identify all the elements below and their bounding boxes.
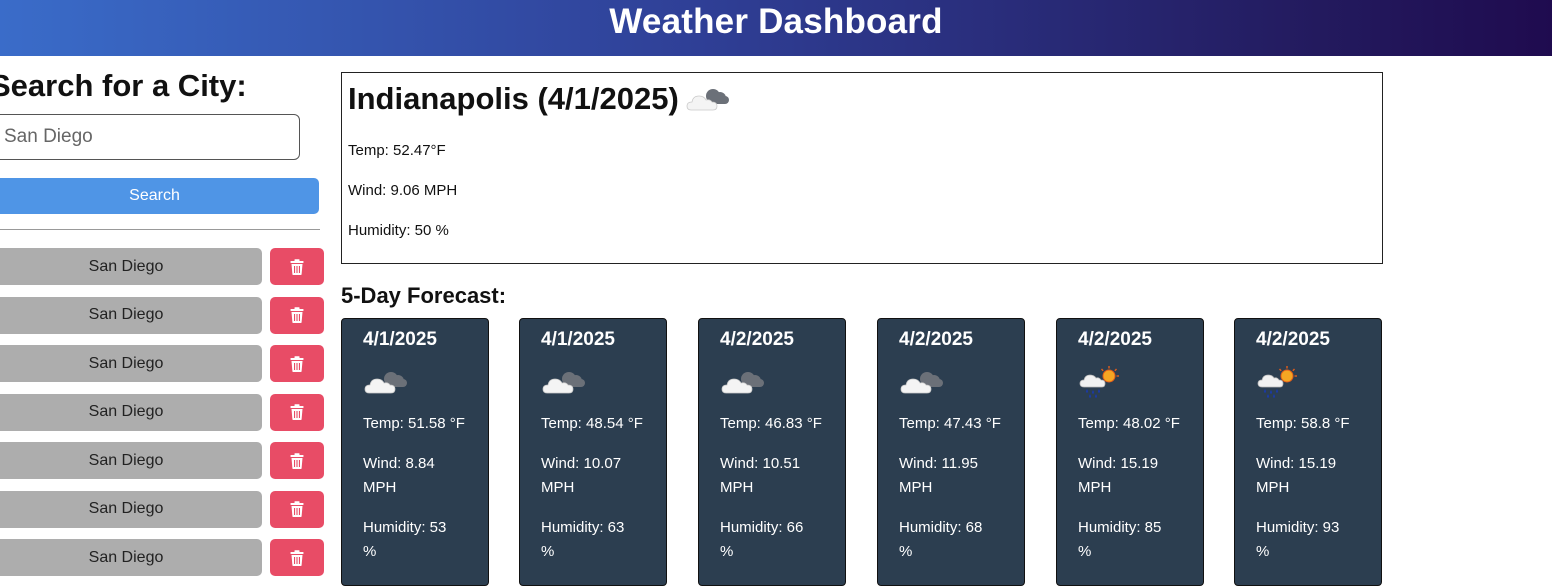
search-button[interactable]: Search: [0, 178, 319, 214]
forecast-card: 4/2/2025 Temp: 46.83 °F Wind: 10.51 MPH …: [698, 318, 846, 586]
history-row: San Diego: [0, 248, 324, 285]
forecast-temp: Temp: 46.83 °F: [720, 415, 822, 432]
trash-icon: [290, 356, 304, 372]
cloudy-icon: [363, 365, 411, 399]
history-city-button[interactable]: San Diego: [0, 442, 262, 479]
forecast-wind: Wind: 11.95: [899, 455, 978, 472]
trash-icon: [290, 453, 304, 469]
cloudy-icon: [720, 365, 768, 399]
current-temp: Temp: 52.47°F: [348, 142, 446, 159]
forecast-humidity-unit: %: [1078, 543, 1092, 560]
forecast-temp: Temp: 58.8 °F: [1256, 415, 1350, 432]
history-city-button[interactable]: San Diego: [0, 296, 262, 334]
forecast-card: 4/2/2025 Temp: 48.02 °F Wind: 15.19 MPH …: [1056, 318, 1204, 586]
forecast-humidity: Humidity: 85: [1078, 519, 1162, 536]
current-city-title: Indianapolis (4/1/2025): [348, 81, 733, 117]
forecast-wind: Wind: 8.84: [363, 455, 435, 472]
delete-history-button[interactable]: [270, 490, 324, 528]
forecast-wind-unit: MPH: [541, 479, 575, 496]
delete-history-button[interactable]: [270, 345, 324, 382]
forecast-temp: Temp: 48.02 °F: [1078, 415, 1180, 432]
search-panel: Search for a City: Search San Diego San …: [0, 56, 324, 588]
forecast-wind-unit: MPH: [1256, 479, 1290, 496]
forecast-wind-unit: MPH: [720, 479, 754, 496]
forecast-humidity: Humidity: 53: [363, 519, 447, 536]
delete-history-button[interactable]: [270, 393, 324, 431]
forecast-date: 4/1/2025: [363, 329, 437, 350]
history-row: San Diego: [0, 345, 324, 382]
history-city-button[interactable]: San Diego: [0, 539, 262, 576]
rain-sun-icon: [1078, 365, 1126, 399]
history-row: San Diego: [0, 490, 324, 528]
forecast-date: 4/2/2025: [720, 329, 794, 350]
forecast-date: 4/1/2025: [541, 329, 615, 350]
forecast-wind-unit: MPH: [1078, 479, 1112, 496]
forecast-card: 4/2/2025 Temp: 47.43 °F Wind: 11.95 MPH …: [877, 318, 1025, 586]
forecast-temp: Temp: 48.54 °F: [541, 415, 643, 432]
forecast-humidity-unit: %: [363, 543, 377, 560]
divider: [0, 229, 320, 230]
trash-icon: [290, 501, 304, 517]
forecast-humidity: Humidity: 63: [541, 519, 625, 536]
history-city-button[interactable]: San Diego: [0, 490, 262, 528]
app-header: Weather Dashboard: [0, 0, 1552, 56]
forecast-humidity-unit: %: [899, 543, 913, 560]
history-row: San Diego: [0, 539, 324, 576]
trash-icon: [290, 404, 304, 420]
cloudy-icon: [685, 82, 733, 116]
forecast-date: 4/2/2025: [1256, 329, 1330, 350]
cloudy-icon: [899, 365, 947, 399]
search-title: Search for a City:: [0, 68, 247, 103]
current-humidity: Humidity: 50 %: [348, 222, 449, 239]
rain-sun-icon: [1256, 365, 1304, 399]
forecast-wind-unit: MPH: [899, 479, 933, 496]
forecast-wind: Wind: 15.19: [1078, 455, 1159, 472]
search-history-list: San Diego San Diego San Diego San Diego …: [0, 248, 324, 588]
forecast-cards: 4/1/2025 Temp: 51.58 °F Wind: 8.84 MPH H…: [341, 318, 1383, 588]
history-city-button[interactable]: San Diego: [0, 345, 262, 382]
history-row: San Diego: [0, 442, 324, 479]
trash-icon: [290, 259, 304, 275]
forecast-humidity: Humidity: 66: [720, 519, 804, 536]
forecast-humidity: Humidity: 68: [899, 519, 983, 536]
history-city-button[interactable]: San Diego: [0, 393, 262, 431]
forecast-temp: Temp: 51.58 °F: [363, 415, 465, 432]
forecast-humidity: Humidity: 93: [1256, 519, 1340, 536]
forecast-wind-unit: MPH: [363, 479, 397, 496]
cloudy-icon: [541, 365, 589, 399]
forecast-temp: Temp: 47.43 °F: [899, 415, 1001, 432]
forecast-card: 4/2/2025 Temp: 58.8 °F Wind: 15.19 MPH H…: [1234, 318, 1382, 586]
forecast-date: 4/2/2025: [1078, 329, 1152, 350]
delete-history-button[interactable]: [270, 442, 324, 479]
history-row: San Diego: [0, 296, 324, 334]
forecast-card: 4/1/2025 Temp: 48.54 °F Wind: 10.07 MPH …: [519, 318, 667, 586]
page-title: Weather Dashboard: [609, 2, 943, 41]
forecast-humidity-unit: %: [541, 543, 555, 560]
forecast-wind: Wind: 10.51: [720, 455, 801, 472]
current-wind: Wind: 9.06 MPH: [348, 182, 458, 199]
history-row: San Diego: [0, 393, 324, 431]
forecast-card: 4/1/2025 Temp: 51.58 °F Wind: 8.84 MPH H…: [341, 318, 489, 586]
forecast-humidity-unit: %: [720, 543, 734, 560]
delete-history-button[interactable]: [270, 248, 324, 285]
forecast-wind: Wind: 10.07: [541, 455, 622, 472]
current-weather-panel: Indianapolis (4/1/2025) Temp: 52.47°F Wi…: [341, 72, 1383, 264]
delete-history-button[interactable]: [270, 296, 324, 334]
forecast-wind: Wind: 15.19: [1256, 455, 1337, 472]
city-search-input[interactable]: [0, 114, 300, 160]
forecast-humidity-unit: %: [1256, 543, 1270, 560]
forecast-date: 4/2/2025: [899, 329, 973, 350]
forecast-title: 5-Day Forecast:: [341, 283, 507, 308]
history-city-button[interactable]: San Diego: [0, 248, 262, 285]
trash-icon: [290, 550, 304, 566]
trash-icon: [290, 307, 304, 323]
delete-history-button[interactable]: [270, 539, 324, 576]
current-city-date: Indianapolis (4/1/2025): [348, 81, 679, 116]
